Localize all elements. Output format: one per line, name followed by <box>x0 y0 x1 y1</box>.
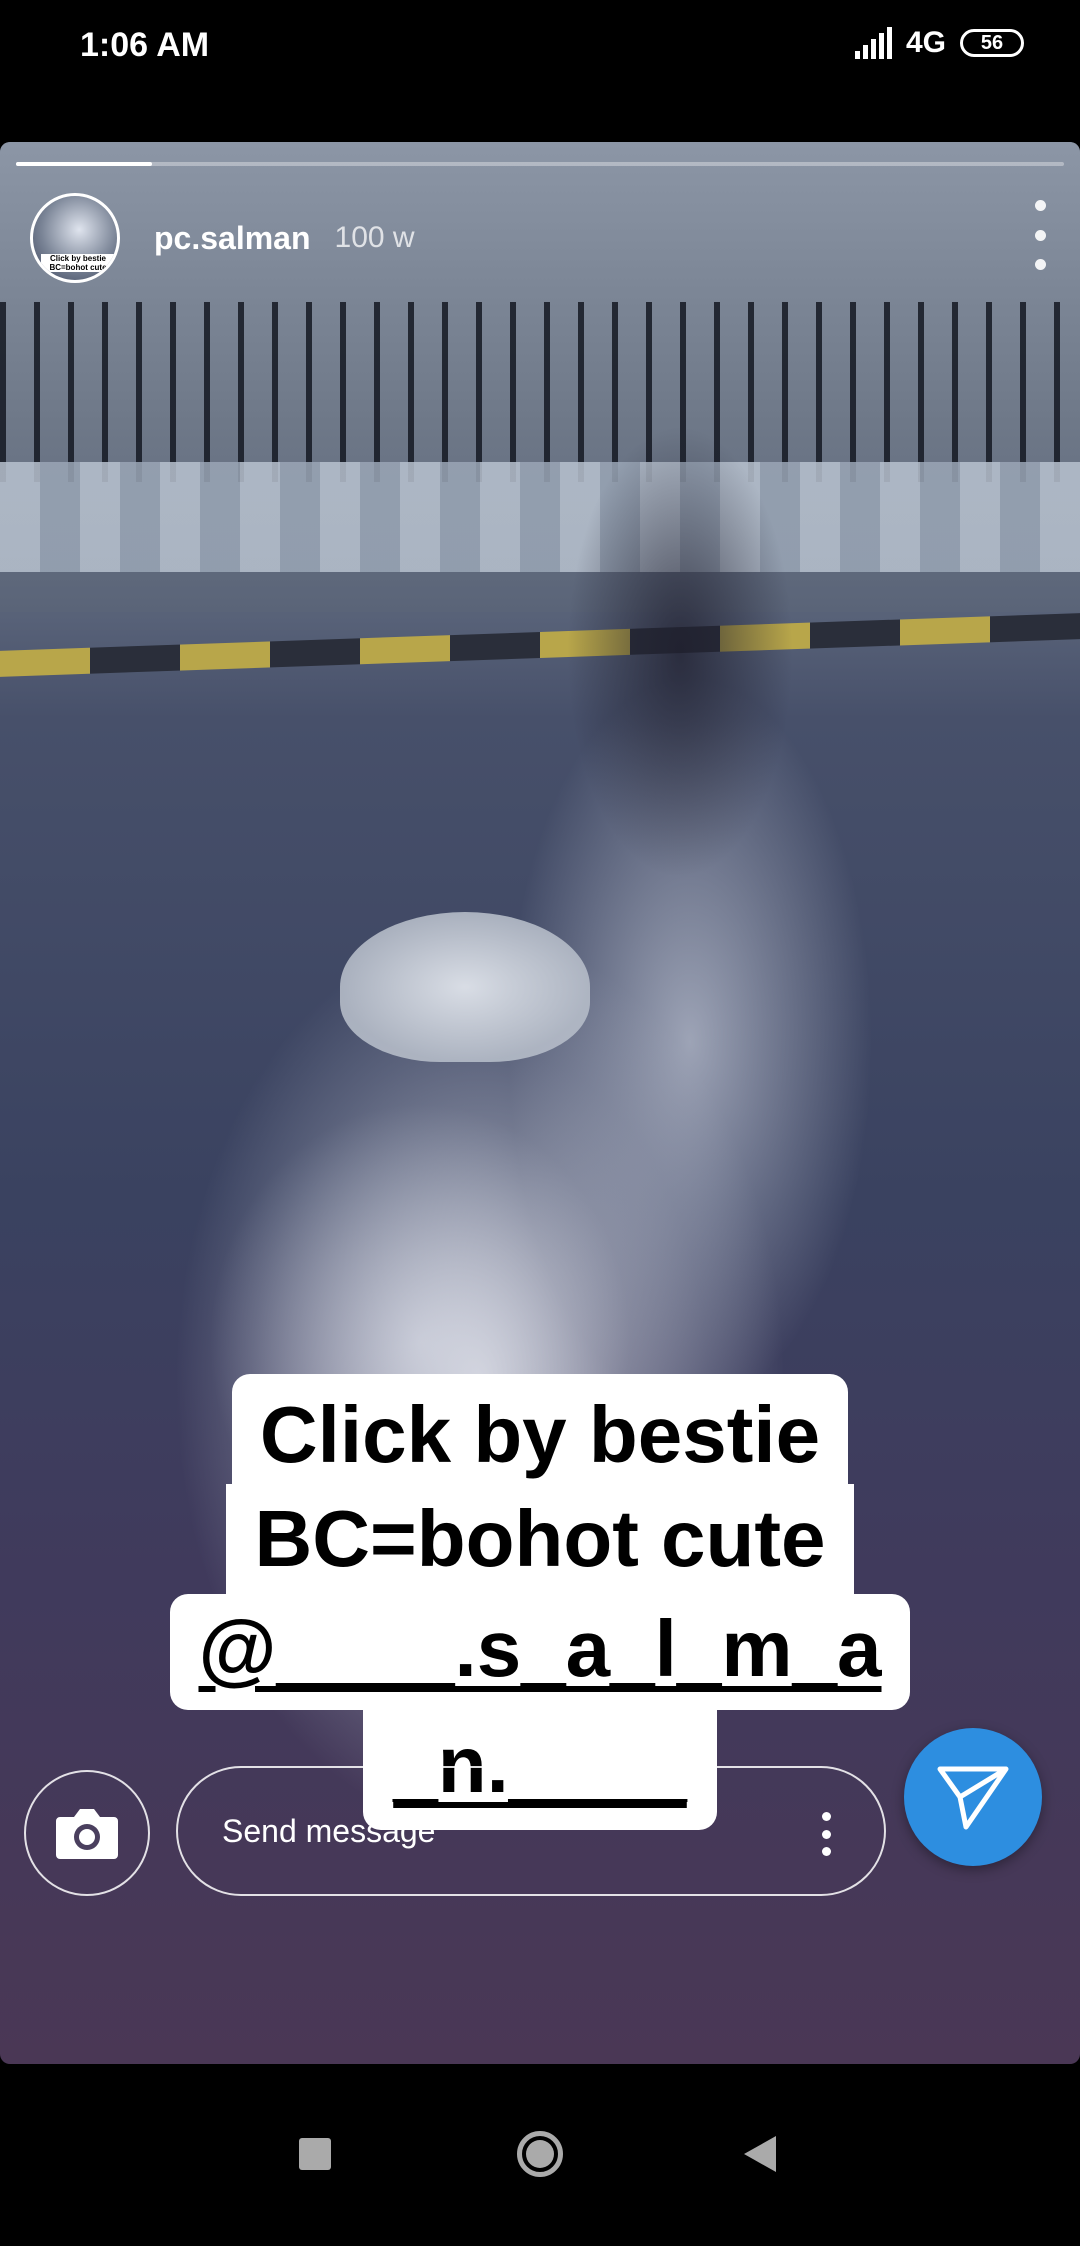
caption-line-1: Click by bestie <box>0 1374 1080 1490</box>
status-icons: 4G 56 <box>854 26 1024 60</box>
story-photo-headlight <box>340 912 590 1062</box>
avatar[interactable]: Click by bestie BC=bohot cute <box>30 193 120 283</box>
caption-line-2: BC=bohot cute <box>0 1484 1080 1594</box>
network-type: 4G <box>905 26 946 59</box>
story-progress-bar <box>16 162 1064 166</box>
system-nav-bar <box>0 2064 1080 2246</box>
nav-recents-button[interactable] <box>285 2124 345 2184</box>
signal-icon <box>854 27 892 59</box>
send-message-input[interactable]: Send message <box>176 1766 886 1896</box>
battery-level: 56 <box>980 31 1004 54</box>
nav-home-button[interactable] <box>510 2124 570 2184</box>
avatar-caption: Click by bestie BC=bohot cute <box>41 254 115 272</box>
send-icon <box>937 1766 1009 1830</box>
status-time: 1:06 AM <box>80 26 210 64</box>
story-time-ago: 100 w <box>334 221 415 254</box>
send-message-placeholder: Send message <box>222 1812 436 1849</box>
story-progress-fill <box>16 162 153 166</box>
circle-icon <box>517 2131 563 2177</box>
more-vertical-icon[interactable] <box>1020 200 1060 270</box>
send-button[interactable] <box>904 1728 1042 1866</box>
battery-icon: 56 <box>960 29 1024 57</box>
nav-back-button[interactable] <box>730 2124 790 2184</box>
status-bar: 1:06 AM 4G 56 <box>0 0 1080 96</box>
caption-line-3: @____.s_a_l_m_a <box>0 1594 1080 1710</box>
camera-icon <box>56 1809 118 1859</box>
camera-button[interactable] <box>24 1770 150 1896</box>
square-icon <box>299 2138 331 2170</box>
story-header: Click by bestie BC=bohot cute pc.salman … <box>30 188 1060 288</box>
triangle-back-icon <box>744 2136 776 2172</box>
story-username[interactable]: pc.salman <box>154 220 311 257</box>
more-vertical-icon[interactable] <box>820 1812 832 1856</box>
